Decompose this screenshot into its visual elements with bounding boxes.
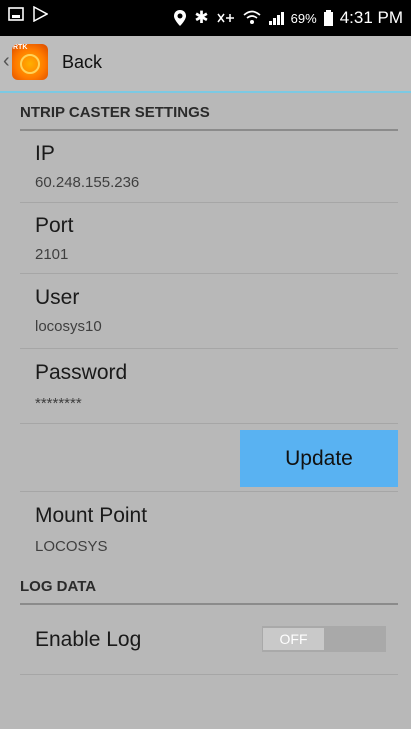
pref-title: Enable Log — [35, 628, 142, 651]
back-caret-icon[interactable]: ‹ — [3, 50, 10, 73]
pref-title: Port — [35, 214, 74, 237]
back-button-label[interactable]: Back — [62, 52, 102, 73]
app-icon[interactable]: RTK — [12, 44, 48, 80]
bluetooth-icon: ✱ — [194, 8, 209, 27]
action-bar: ‹ RTK Back — [0, 36, 411, 91]
pref-user[interactable]: User locosys10 — [0, 274, 411, 348]
gallery-icon — [8, 7, 24, 21]
action-bar-accent-line — [0, 91, 411, 93]
wifi-icon — [243, 10, 261, 24]
section-header-log: LOG DATA — [20, 578, 398, 605]
enable-log-toggle[interactable]: OFF — [262, 626, 386, 652]
battery-percent: 69% — [290, 10, 317, 26]
mute-icon — [217, 13, 234, 23]
pref-summary: ******** — [35, 395, 82, 412]
clock: 4:31 PM — [339, 8, 403, 27]
pref-title: Mount Point — [35, 504, 148, 527]
pref-ip[interactable]: IP 60.248.155.236 — [0, 132, 411, 202]
signal-icon — [268, 12, 284, 25]
divider — [20, 423, 398, 424]
update-button[interactable]: Update — [240, 430, 398, 487]
battery-icon — [323, 10, 333, 26]
pref-summary: 60.248.155.236 — [35, 174, 140, 191]
pref-title: Password — [35, 361, 128, 384]
status-bar: ✱ 69% 4:31 PM — [0, 0, 411, 36]
play-store-icon — [33, 6, 48, 22]
pref-password[interactable]: Password ******** — [0, 349, 411, 423]
pref-port[interactable]: Port 2101 — [0, 203, 411, 273]
divider — [20, 674, 398, 675]
toggle-knob: OFF — [263, 628, 324, 650]
pref-title: User — [35, 286, 80, 309]
pref-summary: locosys10 — [35, 318, 102, 335]
pref-mount-point[interactable]: Mount Point LOCOSYS — [0, 492, 411, 562]
section-header-ntrip: NTRIP CASTER SETTINGS — [20, 104, 398, 131]
pref-title: IP — [35, 142, 55, 165]
pref-summary: 2101 — [35, 246, 69, 263]
pref-summary: LOCOSYS — [35, 538, 108, 555]
location-icon — [174, 10, 187, 26]
